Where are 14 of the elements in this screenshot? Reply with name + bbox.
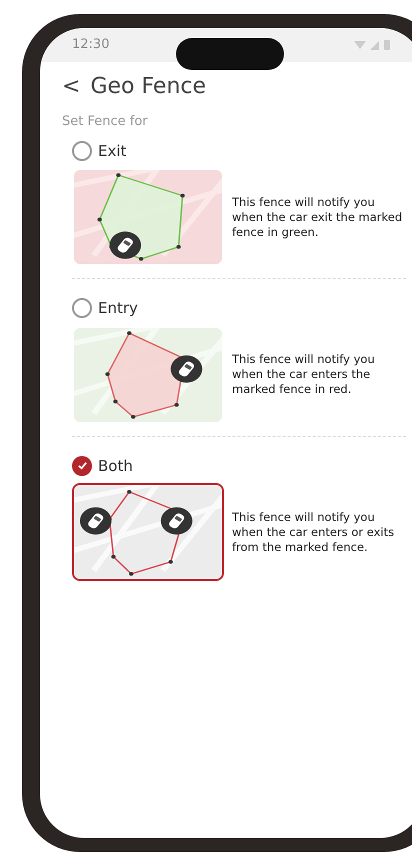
radio-checked[interactable] [72,456,92,476]
option-label[interactable]: Both [98,454,133,477]
radio-button[interactable] [72,298,92,318]
option-description: This fence will notify you when the car enters the marked fence in red. [232,352,376,397]
option-label[interactable]: Exit [98,140,126,162]
check-icon [76,460,88,472]
option-label[interactable]: Entry [98,297,138,320]
status-time: 12:30 [72,36,110,54]
radio-button[interactable] [72,140,92,161]
option-description: This fence will notify you when the car exit the marked fence in green. [232,194,404,240]
section-label: Set Fence for [61,113,149,131]
back-button[interactable]: < [62,76,80,98]
page-title: Geo Fence [90,76,206,98]
option-description: This fence will notify you when the car enters or exits from the marked fence. [232,510,396,554]
